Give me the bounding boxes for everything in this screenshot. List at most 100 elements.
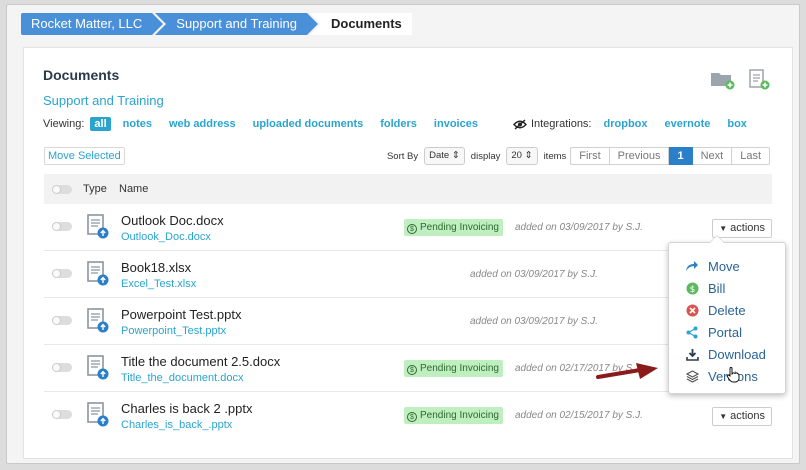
add-document-icon[interactable] (746, 68, 772, 90)
integration-box[interactable]: box (727, 118, 747, 130)
breadcrumb-item-current: Documents (310, 13, 412, 35)
select-arrows-icon: ⇕ (451, 150, 460, 161)
table-row: Powerpoint Test.pptx Powerpoint_Test.ppt… (44, 298, 772, 345)
sort-by-value: Date (429, 150, 450, 161)
display-count-select[interactable]: 20 ⇕ (506, 147, 538, 165)
document-filename[interactable]: Title_the_document.docx (121, 372, 244, 384)
sort-by-select[interactable]: Date ⇕ (424, 147, 465, 165)
document-filename[interactable]: Excel_Test.xlsx (121, 278, 196, 290)
sort-pager-bar: Sort By Date ⇕ display 20 ⇕ items First … (387, 147, 770, 165)
document-filename[interactable]: Outlook_Doc.docx (121, 231, 211, 243)
dollar-circle-icon: $ (685, 281, 699, 295)
caret-down-icon: ▼ (719, 412, 728, 421)
uploaded-document-icon (87, 402, 109, 427)
column-type: Type (83, 183, 107, 195)
caret-down-icon: ▼ (719, 224, 728, 233)
menu-item-label: Move (708, 258, 740, 274)
display-label: display (470, 150, 501, 162)
row-select-toggle[interactable] (52, 269, 72, 278)
status-badge: $ Pending Invoicing (404, 360, 503, 377)
display-count-value: 20 (511, 150, 522, 161)
integrations-group: Integrations: dropbox evernote box (513, 118, 764, 130)
viewing-label: Viewing: (43, 118, 85, 130)
app-frame: Rocket Matter, LLC Support and Training … (6, 4, 800, 464)
dollar-icon: $ (407, 412, 417, 422)
sort-by-label: Sort By (386, 150, 419, 162)
menu-item-label: Portal (708, 324, 742, 340)
menu-item-label: Delete (708, 302, 746, 318)
move-selected-button[interactable]: Move Selected (44, 147, 125, 165)
document-title[interactable]: Outlook Doc.docx (121, 213, 224, 228)
menu-item-label: Bill (708, 280, 726, 296)
hidden-eye-icon[interactable] (513, 118, 527, 130)
select-all-toggle[interactable] (52, 185, 72, 194)
menu-item-delete[interactable]: Delete (685, 301, 746, 319)
integrations-label: Integrations: (530, 118, 592, 130)
badge-label: Pending Invoicing (420, 222, 499, 233)
pager-last[interactable]: Last (732, 147, 770, 165)
filter-folders[interactable]: folders (380, 118, 417, 130)
uploaded-document-icon (87, 308, 109, 333)
row-select-toggle[interactable] (52, 363, 72, 372)
uploaded-document-icon (87, 355, 109, 380)
filter-web-address[interactable]: web address (169, 118, 236, 130)
table-row: Title the document 2.5.docx Title_the_do… (44, 345, 772, 392)
menu-item-download[interactable]: Download (685, 345, 766, 363)
share-arrow-icon (685, 259, 699, 273)
row-select-toggle[interactable] (52, 410, 72, 419)
document-title[interactable]: Charles is back 2 .pptx (121, 401, 253, 416)
svg-text:$: $ (689, 285, 695, 295)
matter-link[interactable]: Support and Training (43, 93, 164, 108)
document-title[interactable]: Title the document 2.5.docx (121, 354, 280, 369)
actions-button[interactable]: ▼ actions (712, 407, 772, 426)
page-title: Documents (43, 67, 120, 83)
menu-item-bill[interactable]: $ Bill (685, 279, 725, 297)
added-info: added on 03/09/2017 by S.J. (470, 269, 598, 280)
add-folder-icon[interactable] (710, 68, 736, 90)
items-label: items (543, 150, 567, 162)
status-badge: $ Pending Invoicing (404, 219, 503, 236)
select-arrows-icon: ⇕ (524, 150, 533, 161)
table-row: Book18.xlsx Excel_Test.xlsx added on 03/… (44, 251, 772, 298)
filter-all[interactable]: all (90, 117, 111, 131)
added-info: added on 03/09/2017 by S.J. (470, 316, 598, 327)
filter-uploaded-documents[interactable]: uploaded documents (253, 118, 364, 130)
table-header: Type Name (44, 174, 772, 204)
document-title[interactable]: Book18.xlsx (121, 260, 191, 275)
row-select-toggle[interactable] (52, 316, 72, 325)
top-actions (710, 68, 772, 90)
filter-invoices[interactable]: invoices (434, 118, 478, 130)
table-row: Outlook Doc.docx Outlook_Doc.docx $ Pendi… (44, 204, 772, 251)
integration-evernote[interactable]: evernote (665, 118, 711, 130)
menu-item-versions[interactable]: Versions (685, 367, 758, 385)
pager-next[interactable]: Next (692, 147, 733, 165)
integration-dropbox[interactable]: dropbox (604, 118, 648, 130)
share-nodes-icon (685, 325, 699, 339)
breadcrumb-item-matter[interactable]: Support and Training (155, 13, 318, 35)
dollar-icon: $ (407, 224, 417, 234)
menu-item-label: Download (708, 346, 766, 362)
breadcrumb-item-firm[interactable]: Rocket Matter, LLC (21, 13, 164, 35)
pagination: First Previous 1 Next Last (570, 147, 770, 165)
document-filename[interactable]: Powerpoint_Test.pptx (121, 325, 226, 337)
view-filter-bar: Viewing: all notes web address uploaded … (43, 117, 764, 131)
layers-icon (685, 369, 699, 383)
menu-item-move[interactable]: Move (685, 257, 740, 275)
document-title[interactable]: Powerpoint Test.pptx (121, 307, 241, 322)
actions-label: actions (730, 410, 765, 422)
pager-page-1[interactable]: 1 (669, 147, 693, 165)
menu-item-portal[interactable]: Portal (685, 323, 742, 341)
uploaded-document-icon (87, 261, 109, 286)
table-row: Charles is back 2 .pptx Charles_is_back_… (44, 392, 772, 439)
row-select-toggle[interactable] (52, 222, 72, 231)
annotation-arrow-icon (596, 363, 658, 379)
pager-first[interactable]: First (570, 147, 610, 165)
pager-previous[interactable]: Previous (609, 147, 670, 165)
hand-cursor-icon (726, 367, 740, 383)
document-filename[interactable]: Charles_is_back_.pptx (121, 419, 232, 431)
column-name[interactable]: Name (119, 183, 148, 195)
filter-notes[interactable]: notes (123, 118, 152, 130)
breadcrumb: Rocket Matter, LLC Support and Training … (21, 13, 412, 35)
badge-label: Pending Invoicing (420, 363, 499, 374)
added-info: added on 02/15/2017 by S.J. (515, 410, 643, 421)
